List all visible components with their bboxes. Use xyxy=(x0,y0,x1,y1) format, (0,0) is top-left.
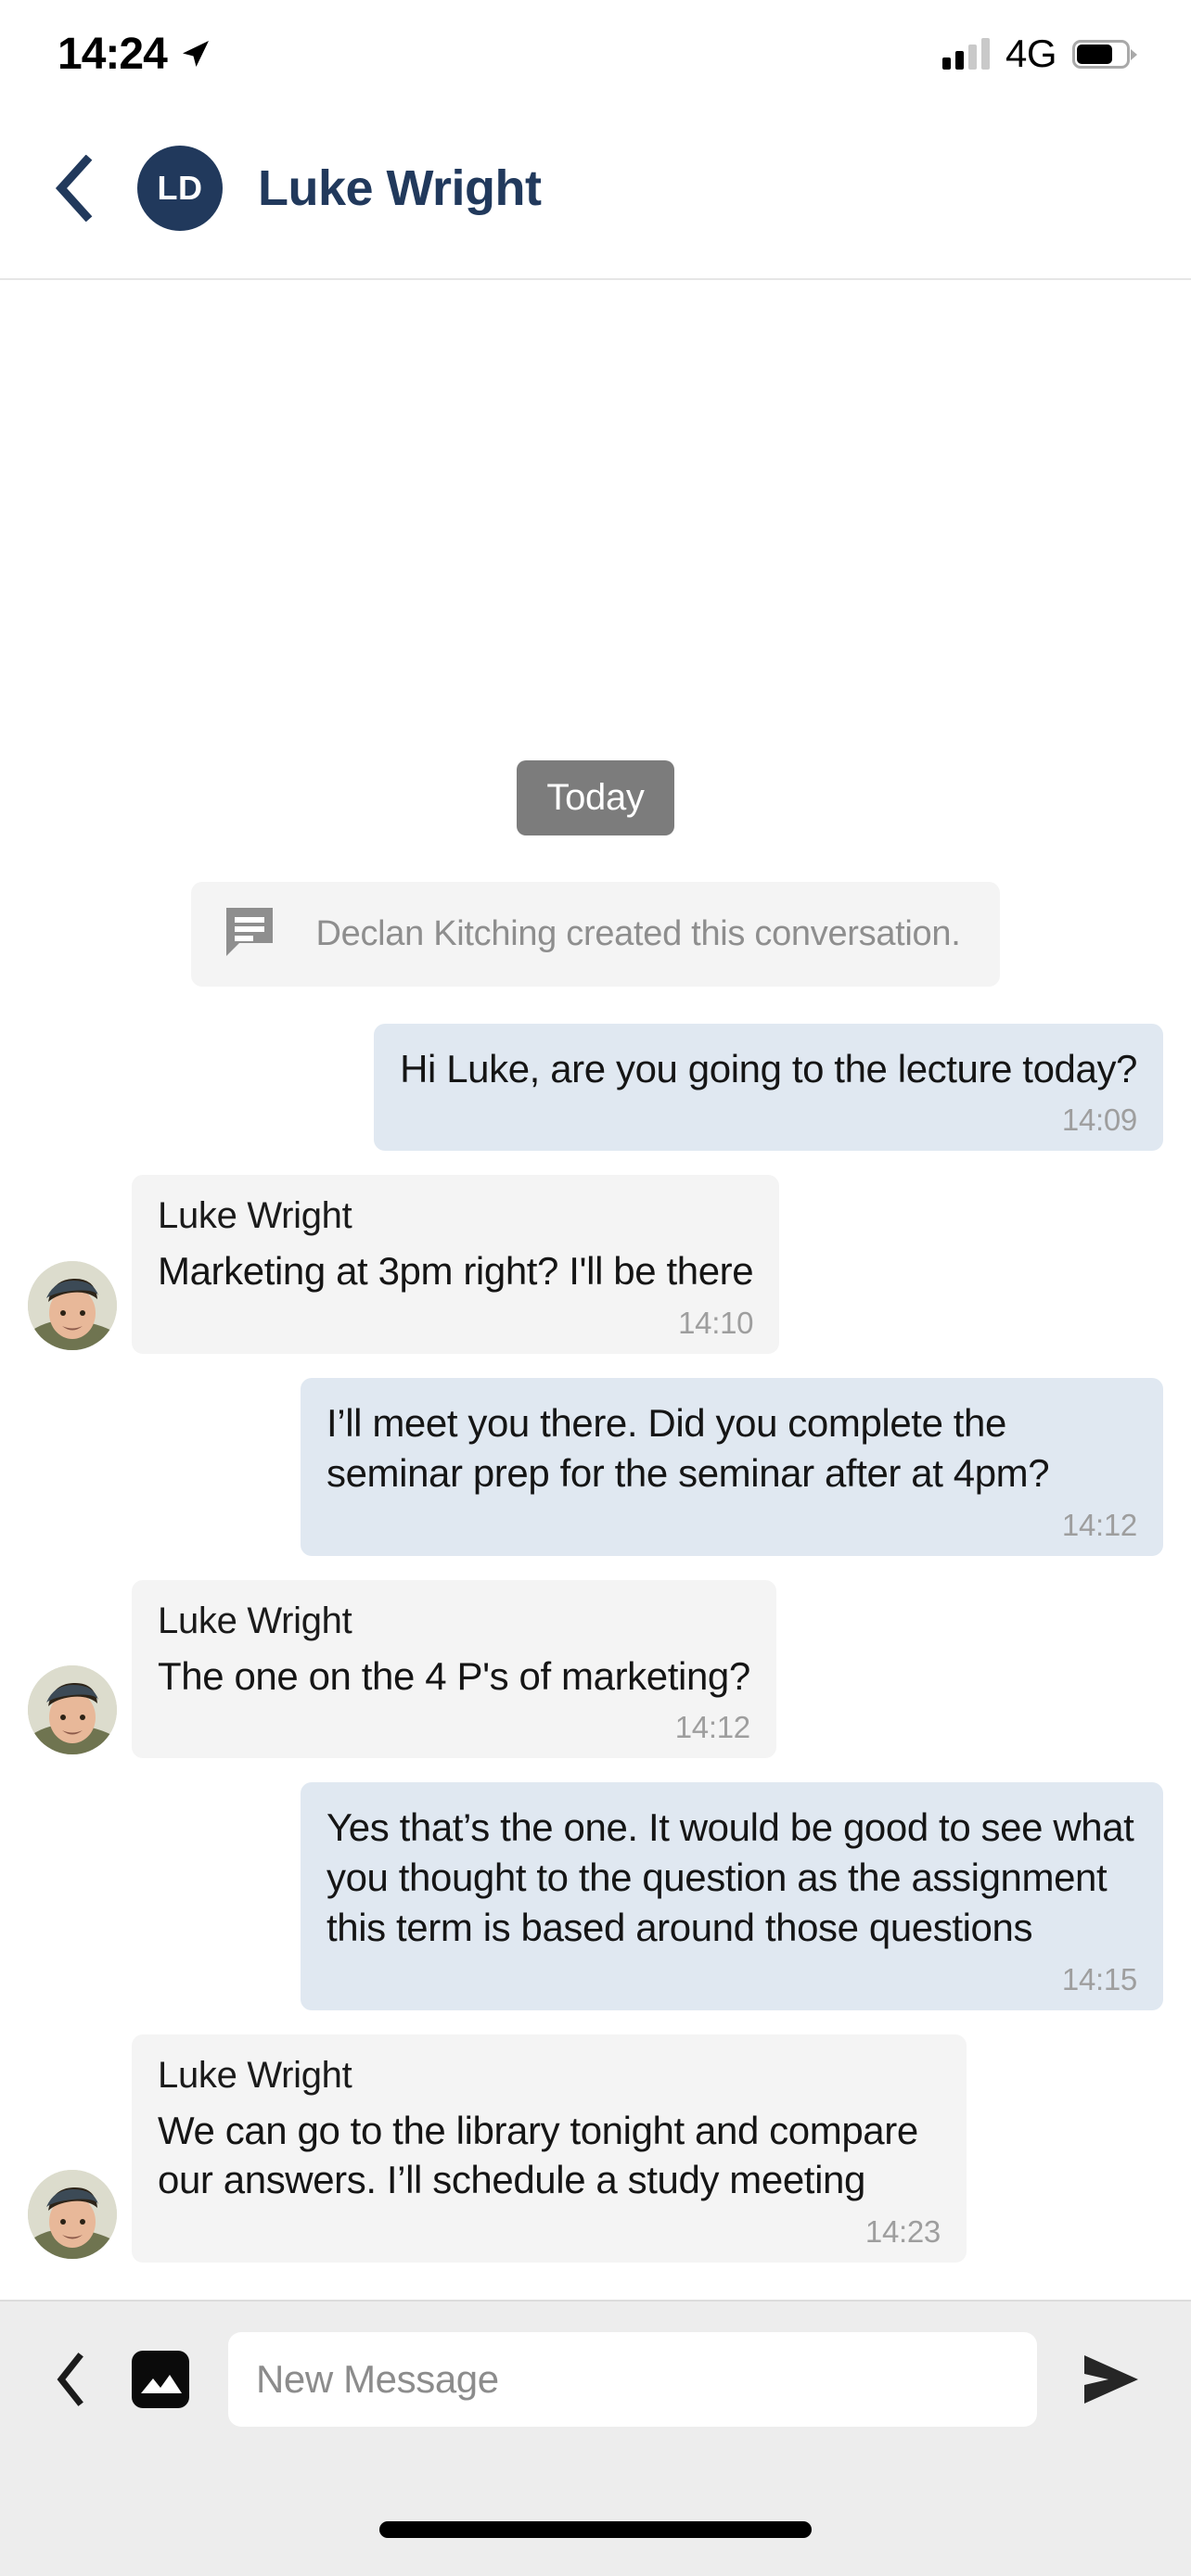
battery-icon xyxy=(1072,39,1137,69)
message-text: Hi Luke, are you going to the lecture to… xyxy=(400,1046,1137,1090)
luke-wright-avatar[interactable] xyxy=(28,1665,117,1755)
message-timestamp: 14:12 xyxy=(1061,1507,1137,1542)
message-bubble-incoming[interactable]: Luke Wright The one on the 4 P's of mark… xyxy=(132,1579,776,1759)
conversation-bubble-icon xyxy=(224,906,275,963)
message-bubble-outgoing[interactable]: Yes that’s the one. It would be good to … xyxy=(301,1782,1163,2010)
avatar[interactable]: LD xyxy=(137,146,223,231)
image-attachment-icon[interactable] xyxy=(132,2351,189,2408)
system-message-row: Declan Kitching created this conversatio… xyxy=(28,881,1163,987)
status-bar-right: 4G xyxy=(941,32,1137,76)
message-sender: Luke Wright xyxy=(158,2054,352,2096)
message-timestamp: 14:23 xyxy=(864,2214,941,2249)
message-text: Yes that’s the one. It would be good to … xyxy=(327,1805,1145,1949)
page-title: Luke Wright xyxy=(258,160,542,216)
message-timestamp: 14:09 xyxy=(1061,1103,1137,1138)
conversation-header: LD Luke Wright xyxy=(0,98,1191,280)
cellular-signal-icon xyxy=(941,38,990,70)
message-row: I’ll meet you there. Did you complete th… xyxy=(28,1378,1163,1556)
message-bubble-incoming[interactable]: Luke Wright Marketing at 3pm right? I'll… xyxy=(132,1175,780,1354)
home-indicator[interactable] xyxy=(379,2521,812,2538)
message-timestamp: 14:12 xyxy=(674,1710,750,1745)
message-timestamp: 14:10 xyxy=(678,1306,754,1340)
system-message-bubble: Declan Kitching created this conversatio… xyxy=(191,881,1000,987)
back-chevron-icon[interactable] xyxy=(41,151,106,225)
send-arrow-icon[interactable] xyxy=(1074,2343,1146,2416)
status-time: 14:24 xyxy=(58,29,168,79)
location-arrow-icon xyxy=(179,38,211,70)
message-text: Marketing at 3pm right? I'll be there xyxy=(158,1249,754,1294)
message-timestamp: 14:15 xyxy=(1061,1961,1137,1996)
message-row: Luke Wright We can go to the library ton… xyxy=(28,2034,1163,2263)
message-list[interactable]: Today Declan Kitching created this conve… xyxy=(0,280,1191,2300)
network-label: 4G xyxy=(1005,32,1057,75)
message-text: I’ll meet you there. Did you complete th… xyxy=(327,1401,1050,1495)
message-row: Luke Wright Marketing at 3pm right? I'll… xyxy=(28,1175,1163,1354)
phone-screen: 14:24 4G LD Luke Wright Today Declan Kit… xyxy=(0,0,1191,2576)
system-message-text: Declan Kitching created this conversatio… xyxy=(315,913,961,953)
message-composer xyxy=(0,2300,1191,2457)
message-sender: Luke Wright xyxy=(158,1195,352,1237)
luke-wright-avatar[interactable] xyxy=(28,1261,117,1350)
message-text: We can go to the library tonight and com… xyxy=(158,2108,929,2202)
message-row: Luke Wright The one on the 4 P's of mark… xyxy=(28,1579,1163,1759)
day-divider: Today xyxy=(28,759,1163,835)
avatar-initials: LD xyxy=(157,169,203,207)
message-bubble-outgoing[interactable]: Hi Luke, are you going to the lecture to… xyxy=(374,1023,1163,1152)
composer-back-chevron-icon[interactable] xyxy=(37,2347,102,2412)
message-row: Hi Luke, are you going to the lecture to… xyxy=(28,1023,1163,1152)
status-bar-left: 14:24 xyxy=(58,29,211,80)
luke-wright-avatar[interactable] xyxy=(28,2170,117,2259)
message-row: Yes that’s the one. It would be good to … xyxy=(28,1782,1163,2010)
message-text: The one on the 4 P's of marketing? xyxy=(158,1653,750,1698)
message-bubble-incoming[interactable]: Luke Wright We can go to the library ton… xyxy=(132,2034,967,2263)
home-indicator-area xyxy=(0,2457,1191,2576)
status-bar: 14:24 4G xyxy=(0,0,1191,98)
message-sender: Luke Wright xyxy=(158,1600,352,1641)
message-input[interactable] xyxy=(228,2332,1037,2427)
day-divider-label: Today xyxy=(517,759,674,835)
message-bubble-outgoing[interactable]: I’ll meet you there. Did you complete th… xyxy=(301,1378,1163,1556)
